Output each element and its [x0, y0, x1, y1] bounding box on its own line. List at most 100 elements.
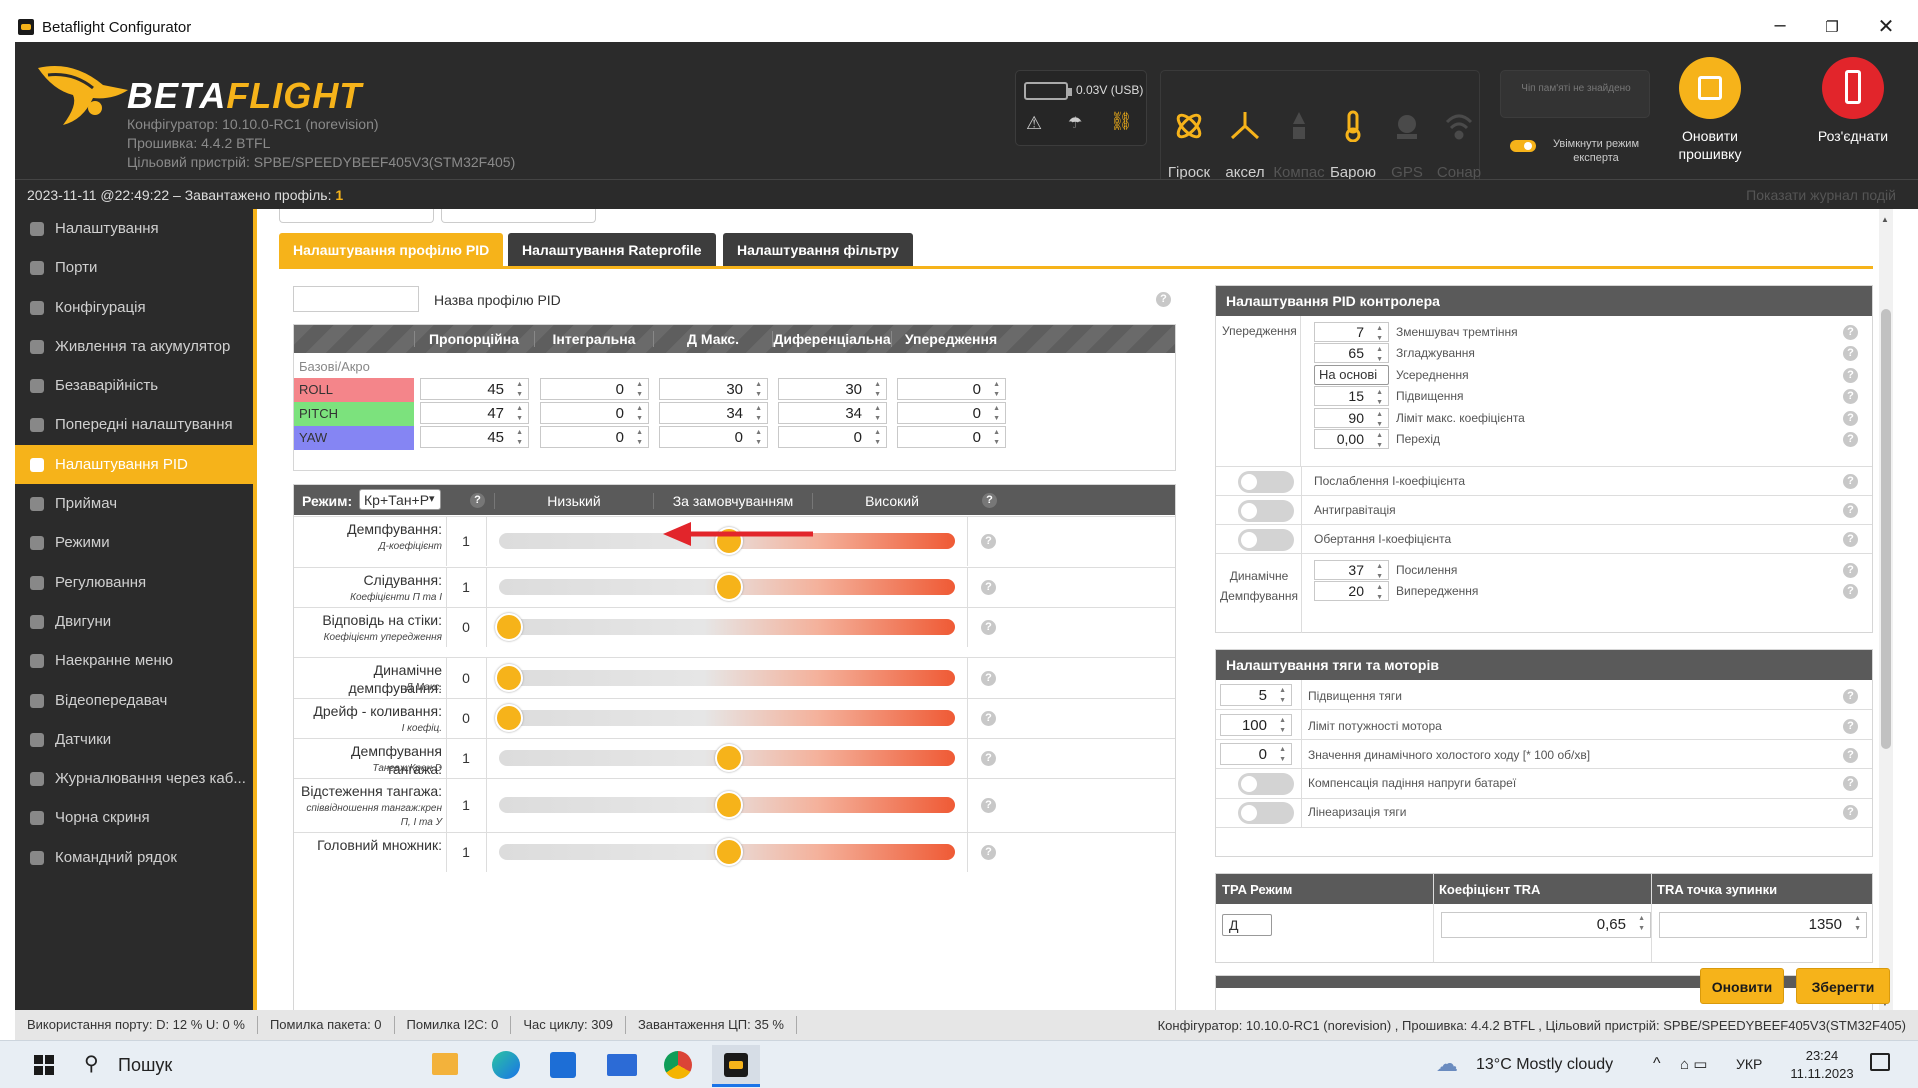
tpa-rate-input[interactable]: 0,65 [1441, 912, 1651, 938]
tab-pid-profile[interactable]: Налаштування профілю PID [279, 233, 504, 267]
mail-icon[interactable] [607, 1054, 637, 1076]
ff-value-input[interactable]: 15 [1314, 386, 1389, 408]
help-icon[interactable]: ? [1843, 718, 1858, 734]
help-icon[interactable]: ? [1843, 474, 1858, 489]
ff-averaging-select[interactable]: На основі [1314, 364, 1389, 385]
thrust-toggle[interactable] [1238, 802, 1294, 824]
ff-value-input[interactable]: 0,00 [1314, 429, 1389, 451]
tab-rateprofile[interactable]: Налаштування Rateprofile [508, 233, 716, 267]
slider-knob[interactable] [495, 663, 523, 692]
slider-track[interactable] [499, 669, 955, 686]
slider-knob[interactable] [715, 838, 743, 866]
rateprofile-selector-partial[interactable] [441, 209, 596, 223]
sidebar-item[interactable]: Порти [15, 248, 253, 287]
scrollbar-thumb[interactable] [1881, 309, 1891, 749]
pid-value-input[interactable]: 0 [540, 378, 649, 400]
pid-value-input[interactable]: 45 [420, 426, 529, 448]
language-indicator[interactable]: УКР [1736, 1056, 1762, 1072]
sidebar-item[interactable]: Конфігурація [15, 288, 253, 327]
help-icon[interactable]: ? [1843, 346, 1858, 362]
sidebar-item[interactable]: Чорна скриня [15, 798, 253, 837]
help-icon[interactable]: ? [981, 670, 996, 686]
slider-knob[interactable] [715, 573, 743, 601]
pid-value-input[interactable]: 0 [540, 402, 649, 424]
slider-track[interactable] [499, 619, 955, 635]
refresh-button[interactable]: Оновити [1700, 968, 1784, 1004]
help-icon[interactable]: ? [1843, 432, 1858, 447]
ff-value-input[interactable]: 7 [1314, 322, 1389, 344]
help-icon[interactable]: ? [981, 711, 996, 726]
expert-mode-toggle[interactable] [1510, 140, 1536, 152]
pid-value-input[interactable]: 45 [420, 378, 529, 400]
disconnect-button[interactable]: Роз'єднати [1801, 57, 1905, 145]
help-icon[interactable]: ? [1843, 410, 1858, 426]
sidebar-item[interactable]: Живлення та акумулятор [15, 327, 253, 366]
thrust-toggle[interactable] [1238, 773, 1294, 795]
help-icon[interactable]: ? [1843, 805, 1858, 820]
pid-value-input[interactable]: 30 [659, 378, 768, 400]
tpa-mode-select[interactable]: Д [1222, 914, 1272, 936]
pid-value-input[interactable]: 0 [897, 402, 1006, 424]
sidebar-item[interactable]: Попередні налаштування [15, 405, 253, 444]
pid-value-input[interactable]: 0 [897, 426, 1006, 448]
help-icon[interactable]: ? [1843, 389, 1858, 405]
help-icon[interactable]: ? [982, 493, 997, 508]
tray-icons[interactable]: ⌂ ▭ [1680, 1055, 1707, 1073]
close-button[interactable]: ✕ [1866, 14, 1906, 39]
help-icon[interactable]: ? [1843, 689, 1858, 704]
pid-value-input[interactable]: 0 [897, 378, 1006, 400]
pid-value-input[interactable]: 34 [659, 402, 768, 424]
help-icon[interactable]: ? [981, 798, 996, 813]
sidebar-item[interactable]: Безаварійність [15, 366, 253, 405]
pid-value-input[interactable]: 34 [778, 402, 887, 424]
dyn-damping-input[interactable]: 37 [1314, 560, 1389, 582]
sidebar-item[interactable]: Журналювання через каб... [15, 759, 253, 798]
help-icon[interactable]: ? [1843, 748, 1858, 763]
windows-start-icon[interactable] [34, 1055, 54, 1075]
betaflight-taskbar-button[interactable] [712, 1045, 760, 1087]
show-log-link[interactable]: Показати журнал подій [1746, 187, 1896, 203]
slider-knob[interactable] [715, 791, 743, 819]
pid-profile-name-input[interactable] [293, 286, 419, 312]
update-firmware-button[interactable]: Оновити прошивку [1658, 57, 1762, 163]
help-icon[interactable]: ? [981, 620, 996, 635]
help-icon[interactable]: ? [981, 534, 996, 549]
slider-track[interactable] [499, 710, 955, 726]
pid-value-input[interactable]: 47 [420, 402, 529, 424]
sidebar-item[interactable]: Відеопередавач [15, 681, 253, 720]
dyn-damping-input[interactable]: 20 [1314, 581, 1389, 603]
weather-text[interactable]: 13°C Mostly cloudy [1476, 1056, 1613, 1074]
sidebar-item[interactable]: Командний рядок [15, 838, 253, 877]
ff-value-input[interactable]: 90 [1314, 407, 1389, 430]
help-icon[interactable]: ? [1843, 532, 1858, 547]
help-icon[interactable]: ? [1843, 584, 1858, 600]
sidebar-item[interactable]: Режими [15, 523, 253, 562]
save-button[interactable]: Зберегти [1796, 968, 1890, 1004]
help-icon[interactable]: ? [981, 580, 996, 595]
sidebar-item[interactable]: Наекранне меню [15, 641, 253, 680]
thrust-input[interactable]: 5 [1220, 684, 1292, 706]
sidebar-item[interactable]: Двигуни [15, 602, 253, 641]
help-icon[interactable]: ? [470, 493, 485, 508]
sidebar-item[interactable]: Приймач [15, 484, 253, 523]
help-icon[interactable]: ? [1843, 776, 1858, 791]
notifications-icon[interactable] [1870, 1053, 1890, 1071]
help-icon[interactable]: ? [1843, 367, 1858, 383]
search-icon[interactable]: ⚲ [84, 1051, 99, 1076]
taskbar-search[interactable]: Пошук [118, 1055, 172, 1076]
thrust-input[interactable]: 0 [1220, 743, 1292, 765]
file-explorer-icon[interactable] [432, 1053, 458, 1075]
tpa-breakpoint-input[interactable]: 1350 [1659, 912, 1867, 938]
pid-value-input[interactable]: 0 [659, 426, 768, 448]
feature-toggle[interactable] [1238, 471, 1294, 493]
help-icon[interactable]: ? [1843, 503, 1858, 518]
feature-toggle[interactable] [1238, 500, 1294, 522]
minimize-button[interactable]: – [1760, 14, 1800, 37]
help-icon[interactable]: ? [1156, 292, 1171, 307]
help-icon[interactable]: ? [1843, 563, 1858, 578]
slider-knob[interactable] [715, 744, 743, 772]
sidebar-item[interactable]: Датчики [15, 720, 253, 759]
pid-value-input[interactable]: 0 [540, 426, 649, 448]
slider-knob[interactable] [495, 704, 523, 732]
restore-button[interactable]: ❐ [1812, 18, 1852, 36]
